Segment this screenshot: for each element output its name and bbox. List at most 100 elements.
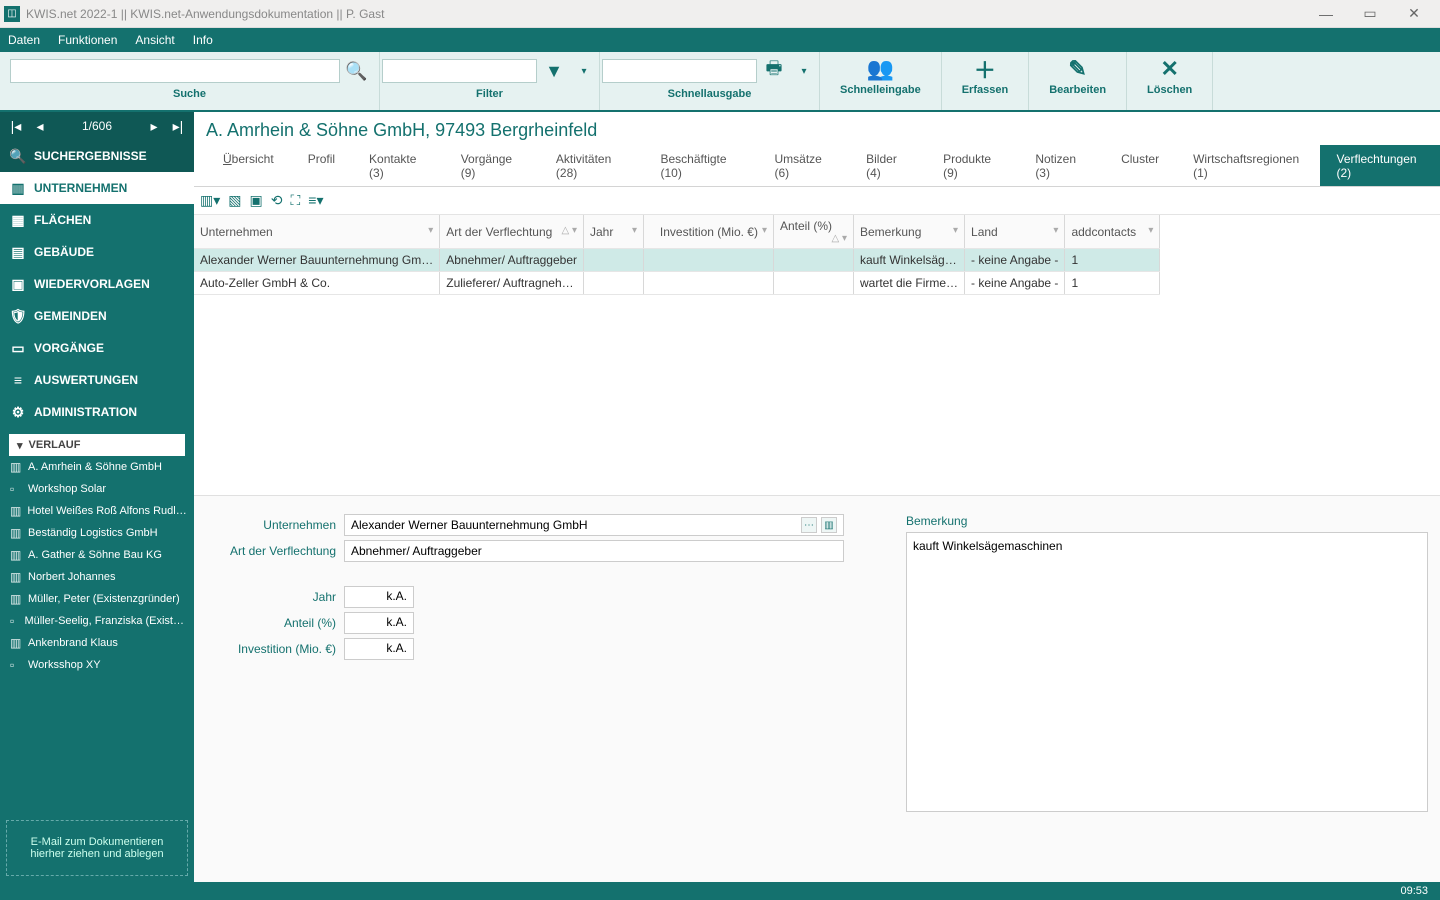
company-icon: ▥ <box>10 592 22 606</box>
label-jahr: Jahr <box>206 590 336 604</box>
field-investition[interactable]: k.A. <box>344 638 414 660</box>
filter-icon[interactable]: ▾ <box>953 225 958 236</box>
table-row[interactable]: Auto-Zeller GmbH & Co.Zulieferer/ Auftra… <box>194 272 1160 295</box>
clock: 09:53 <box>1400 885 1428 897</box>
sort-icon[interactable]: △ ▾ <box>832 233 848 244</box>
filter-icon[interactable]: ▾ <box>762 225 767 236</box>
tab-profil[interactable]: Profil <box>291 145 352 186</box>
tab-kontakte[interactable]: Kontakte (3) <box>352 145 444 186</box>
close-button[interactable]: ✕ <box>1392 0 1436 28</box>
history-item[interactable]: ▥A. Amrhein & Söhne GmbH <box>0 456 194 478</box>
tab-uebersicht[interactable]: Übersicht <box>206 145 291 186</box>
filter-dropdown-icon[interactable]: ▾ <box>571 58 597 84</box>
email-drop-zone[interactable]: E-Mail zum Dokumentieren hierher ziehen … <box>6 820 188 876</box>
expand-icon[interactable]: ⛶ <box>290 192 300 209</box>
tab-vorgaenge[interactable]: Vorgänge (9) <box>444 145 539 186</box>
sidebar-item-auswertungen[interactable]: ≡AUSWERTUNGEN <box>0 364 194 396</box>
field-art[interactable]: Abnehmer/ Auftraggeber <box>344 540 844 562</box>
search-input[interactable] <box>10 59 340 83</box>
col-anteil[interactable]: Anteil (%)△ ▾ <box>774 215 854 249</box>
sidebar-item-gemeinden[interactable]: 🛡GEMEINDEN <box>0 300 194 332</box>
refresh-icon[interactable]: ⟲ <box>271 192 283 209</box>
chevron-down-icon: ▾ <box>17 439 23 452</box>
export-icon[interactable]: ▧ <box>228 192 241 209</box>
sidebar-item-wiedervorlagen[interactable]: ▣WIEDERVORLAGEN <box>0 268 194 300</box>
tab-cluster[interactable]: Cluster <box>1104 145 1176 186</box>
columns-icon[interactable]: ▥▾ <box>200 192 220 209</box>
field-bemerkung[interactable] <box>906 532 1428 812</box>
tab-notizen[interactable]: Notizen (3) <box>1018 145 1104 186</box>
delete-icon[interactable]: ✕ <box>1157 56 1183 82</box>
menu-funktionen[interactable]: Funktionen <box>58 33 117 47</box>
filter-input[interactable] <box>382 59 537 83</box>
col-bemerkung[interactable]: Bemerkung▾ <box>854 215 965 249</box>
history-item[interactable]: ▥Beständig Logistics GmbH <box>0 522 194 544</box>
history-item[interactable]: ▫Workshop Solar <box>0 478 194 500</box>
col-unternehmen[interactable]: Unternehmen▾ <box>194 215 440 249</box>
nav-last-icon[interactable]: ▸| <box>168 118 188 135</box>
filter-icon[interactable]: ▾ <box>632 225 637 236</box>
lookup-icon[interactable]: ⋯ <box>801 517 817 533</box>
field-jahr[interactable]: k.A. <box>344 586 414 608</box>
add-icon[interactable]: ＋ <box>972 56 998 82</box>
print-icon[interactable]: 🖶 <box>761 58 787 84</box>
edit-icon[interactable]: ✎ <box>1065 56 1091 82</box>
menu-daten[interactable]: Daten <box>8 33 40 47</box>
verlauf-header[interactable]: ▾VERLAUF <box>9 434 185 456</box>
sidebar-item-flaechen[interactable]: ▦FLÄCHEN <box>0 204 194 236</box>
menu-info[interactable]: Info <box>193 33 213 47</box>
col-art[interactable]: Art der Verflechtung△ ▾ <box>440 215 584 249</box>
details-icon[interactable]: ▣ <box>250 192 263 209</box>
list-icon[interactable]: ≡▾ <box>308 192 323 209</box>
sidebar-item-suchergebnisse[interactable]: 🔍SUCHERGEBNISSE <box>0 140 194 172</box>
tab-verflechtungen[interactable]: Verflechtungen (2) <box>1320 145 1440 186</box>
nav-first-icon[interactable]: |◂ <box>6 118 26 135</box>
history-item[interactable]: ▥A. Gather & Söhne Bau KG <box>0 544 194 566</box>
tab-umsaetze[interactable]: Umsätze (6) <box>758 145 850 186</box>
nav-prev-icon[interactable]: ◂ <box>30 118 50 135</box>
history-item[interactable]: ▥Ankenbrand Klaus <box>0 632 194 654</box>
filter-icon[interactable]: ▾ <box>428 225 433 236</box>
history-item[interactable]: ▫Worksshop XY <box>0 654 194 676</box>
history-item[interactable]: ▫Müller-Seelig, Franziska (Exist… <box>0 610 194 632</box>
minimize-button[interactable]: — <box>1304 0 1348 28</box>
field-unternehmen[interactable]: Alexander Werner Bauunternehmung GmbH ⋯▥ <box>344 514 844 536</box>
filter-icon[interactable]: ▾ <box>1148 225 1153 236</box>
tab-produkte[interactable]: Produkte (9) <box>926 145 1018 186</box>
col-addcontacts[interactable]: addcontacts▾ <box>1065 215 1160 249</box>
search-icon[interactable]: 🔍 <box>344 58 370 84</box>
nav-next-icon[interactable]: ▸ <box>144 118 164 135</box>
tab-bilder[interactable]: Bilder (4) <box>849 145 926 186</box>
goto-icon[interactable]: ▥ <box>821 517 837 533</box>
sidebar-item-unternehmen[interactable]: ▥UNTERNEHMEN <box>0 172 194 204</box>
col-land[interactable]: Land▾ <box>965 215 1065 249</box>
window-title: KWIS.net 2022-1 || KWIS.net-Anwendungsdo… <box>26 7 1304 21</box>
field-anteil[interactable]: k.A. <box>344 612 414 634</box>
app-icon: ◫ <box>4 6 20 22</box>
print-dropdown-icon[interactable]: ▾ <box>791 58 817 84</box>
history-item[interactable]: ▥Hotel Weißes Roß Alfons Rudl… <box>0 500 194 522</box>
sort-icon[interactable]: △ ▾ <box>562 225 578 236</box>
quickinput-icon[interactable]: 👥 <box>867 56 893 82</box>
tab-beschaeftigte[interactable]: Beschäftigte (10) <box>644 145 758 186</box>
maximize-button[interactable]: ▭ <box>1348 0 1392 28</box>
tab-aktivitaeten[interactable]: Aktivitäten (28) <box>539 145 644 186</box>
resubmit-icon: ▣ <box>10 276 26 292</box>
company-icon: ▥ <box>10 526 22 540</box>
toolbar: 🔍 Suche ▼ ▾ Filter 🖶 ▾ Schnellausgabe 👥 … <box>0 52 1440 112</box>
sidebar-item-gebaeude[interactable]: ▤GEBÄUDE <box>0 236 194 268</box>
history-item[interactable]: ▥Norbert Johannes <box>0 566 194 588</box>
sidebar-item-vorgaenge[interactable]: ▭VORGÄNGE <box>0 332 194 364</box>
history-item[interactable]: ▥Müller, Peter (Existenzgründer) <box>0 588 194 610</box>
document-icon: ▫ <box>10 614 18 628</box>
table-row[interactable]: Alexander Werner Bauunternehmung Gm…Abne… <box>194 249 1160 272</box>
sidebar-item-administration[interactable]: ⚙ADMINISTRATION <box>0 396 194 428</box>
filter-icon[interactable]: ▾ <box>1053 225 1058 236</box>
quickoutput-input[interactable] <box>602 59 757 83</box>
company-icon: ▥ <box>10 504 21 518</box>
tab-wirtschaftsregionen[interactable]: Wirtschaftsregionen (1) <box>1176 145 1319 186</box>
col-jahr[interactable]: Jahr▾ <box>584 215 644 249</box>
col-investition[interactable]: Investition (Mio. €)▾ <box>644 215 774 249</box>
filter-icon[interactable]: ▼ <box>541 58 567 84</box>
menu-ansicht[interactable]: Ansicht <box>135 33 174 47</box>
